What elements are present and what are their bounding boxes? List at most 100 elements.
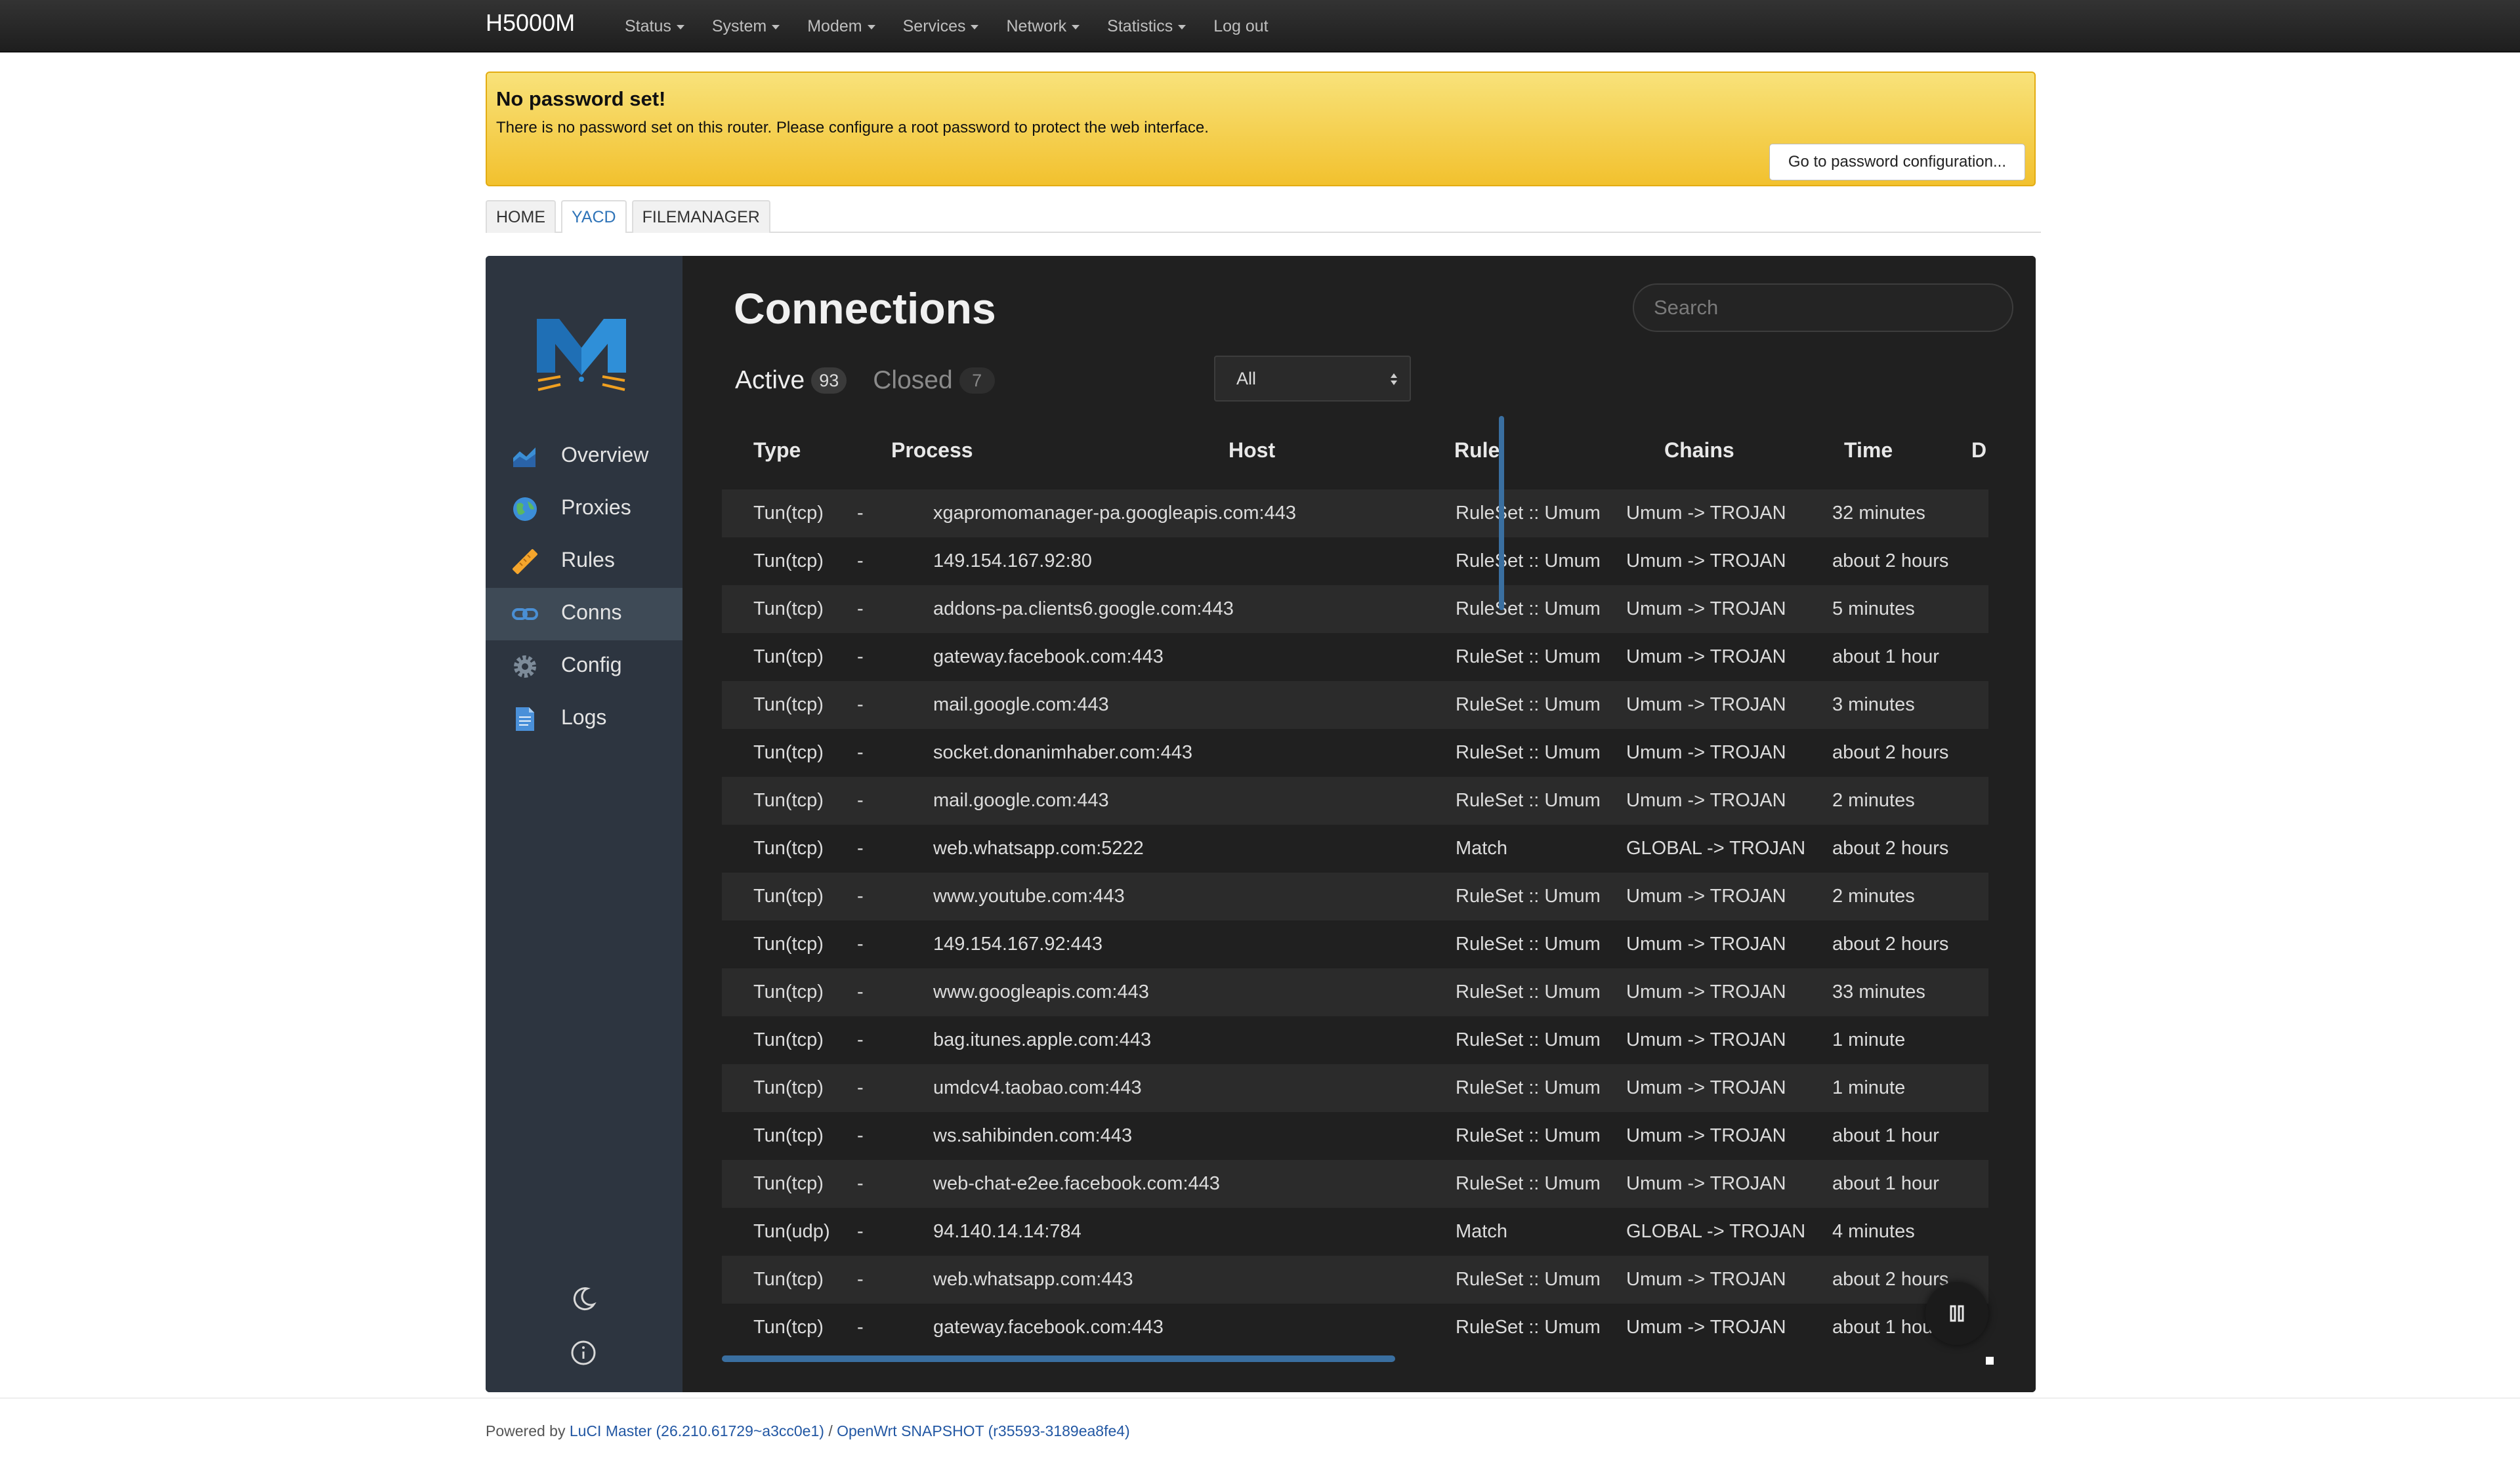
- table-row[interactable]: Tun(tcp) - mail.google.com:443 RuleSet :: U…: [722, 681, 1988, 729]
- openwrt-link[interactable]: OpenWrt SNAPSHOT (r35593-3189ea8fe4): [837, 1422, 1130, 1439]
- cell-type: Tun(tcp): [753, 1029, 824, 1050]
- connection-tabs: Active 93 Closed 7: [735, 366, 1021, 395]
- cell-host: 149.154.167.92:443: [933, 934, 1103, 955]
- page-title: Connections: [734, 284, 996, 333]
- cell-chains: GLOBAL -> TROJAN: [1626, 1221, 1806, 1242]
- cell-type: Tun(tcp): [753, 694, 824, 715]
- cell-time: 3 minutes: [1832, 694, 1915, 715]
- tab-yacd[interactable]: YACD: [561, 200, 627, 233]
- sidebar-item-conns[interactable]: Conns: [486, 588, 682, 640]
- moon-icon[interactable]: [569, 1285, 598, 1313]
- alert-title: No password set!: [496, 87, 666, 110]
- cell-time: about 1 hour: [1832, 1125, 1939, 1146]
- cell-process: -: [857, 886, 864, 907]
- tab-active[interactable]: Active 93: [735, 366, 847, 395]
- cell-time: about 2 hours: [1832, 550, 1949, 571]
- header-time[interactable]: Time: [1844, 438, 1893, 463]
- password-config-button[interactable]: Go to password configuration...: [1769, 144, 2025, 180]
- cell-host: umdcv4.taobao.com:443: [933, 1077, 1142, 1098]
- tab-filemanager[interactable]: FILEMANAGER: [631, 200, 770, 233]
- header-type[interactable]: Type: [753, 438, 801, 463]
- vertical-scrollbar[interactable]: [1499, 416, 1504, 610]
- header-process[interactable]: Process: [891, 438, 973, 463]
- cell-process: -: [857, 1125, 864, 1146]
- cell-host: web.whatsapp.com:443: [933, 1269, 1133, 1290]
- cell-time: 33 minutes: [1832, 981, 1925, 1002]
- sidebar-item-config[interactable]: Config: [486, 640, 682, 693]
- tab-closed[interactable]: Closed 7: [873, 366, 995, 395]
- menu-status[interactable]: Status: [625, 17, 684, 36]
- sidebar-item-rules[interactable]: Rules: [486, 535, 682, 588]
- table-row[interactable]: Tun(tcp) - addons-pa.clients6.google.com:4…: [722, 585, 1988, 633]
- table-row[interactable]: Tun(tcp) - bag.itunes.apple.com:443 RuleSet…: [722, 1016, 1988, 1064]
- menu-statistics[interactable]: Statistics: [1107, 17, 1186, 36]
- cell-host: 94.140.14.14:784: [933, 1221, 1082, 1242]
- table-row[interactable]: Tun(tcp) - gateway.facebook.com:443 RuleSet…: [722, 1304, 1988, 1352]
- resize-handle[interactable]: [1986, 1357, 1994, 1365]
- cell-time: about 1 hour: [1832, 1317, 1939, 1338]
- pause-button[interactable]: [1925, 1282, 1988, 1345]
- header-chains[interactable]: Chains: [1664, 438, 1734, 463]
- cell-host: mail.google.com:443: [933, 694, 1109, 715]
- header-host[interactable]: Host: [1228, 438, 1275, 463]
- cell-rule: RuleSet :: Umum: [1456, 934, 1601, 955]
- connections-table: Type Process Host Rule Chains Time D Tun…: [722, 420, 1988, 1371]
- menu-logout[interactable]: Log out: [1213, 17, 1268, 36]
- sidebar-item-overview[interactable]: Overview: [486, 430, 682, 483]
- table-row[interactable]: Tun(tcp) - xgapromomanager-pa.googleapis.c…: [722, 489, 1988, 537]
- cell-chains: Umum -> TROJAN: [1626, 503, 1786, 524]
- tab-home[interactable]: HOME: [486, 200, 556, 233]
- cell-rule: RuleSet :: Umum: [1456, 598, 1601, 619]
- cell-rule: RuleSet :: Umum: [1456, 1125, 1601, 1146]
- cell-type: Tun(tcp): [753, 550, 824, 571]
- cell-chains: GLOBAL -> TROJAN: [1626, 838, 1806, 859]
- cell-process: -: [857, 742, 864, 763]
- alert-text: There is no password set on this router.…: [496, 119, 1209, 136]
- footer-divider: [0, 1397, 2520, 1399]
- cell-process: -: [857, 1077, 864, 1098]
- menu-modem[interactable]: Modem: [807, 17, 875, 36]
- cell-host: socket.donanimhaber.com:443: [933, 742, 1192, 763]
- cell-host: bag.itunes.apple.com:443: [933, 1029, 1152, 1050]
- table-row[interactable]: Tun(tcp) - web.whatsapp.com:443 RuleSet :: …: [722, 1256, 1988, 1304]
- menu-network[interactable]: Network: [1006, 17, 1080, 36]
- table-row[interactable]: Tun(tcp) - web.whatsapp.com:5222 Match GLOBA…: [722, 825, 1988, 873]
- cell-host: www.youtube.com:443: [933, 886, 1125, 907]
- header-rule[interactable]: Rule: [1454, 438, 1500, 463]
- ruler-icon: [513, 549, 537, 574]
- cell-rule: RuleSet :: Umum: [1456, 646, 1601, 667]
- info-icon[interactable]: [569, 1338, 598, 1367]
- table-row[interactable]: Tun(tcp) - ws.sahibinden.com:443 RuleSet ::…: [722, 1112, 1988, 1160]
- table-row[interactable]: Tun(tcp) - www.googleapis.com:443 RuleSet :…: [722, 968, 1988, 1016]
- sidebar-item-proxies[interactable]: Proxies: [486, 483, 682, 535]
- cell-rule: Match: [1456, 838, 1507, 859]
- menu-system[interactable]: System: [712, 17, 780, 36]
- header-download[interactable]: D: [1971, 438, 1986, 463]
- luci-tabs: HOME YACD FILEMANAGER: [486, 200, 2041, 233]
- cell-type: Tun(tcp): [753, 790, 824, 811]
- router-brand[interactable]: H5000M: [486, 9, 575, 37]
- table-row[interactable]: Tun(tcp) - umdcv4.taobao.com:443 RuleSet ::…: [722, 1064, 1988, 1112]
- table-row[interactable]: Tun(tcp) - web-chat-e2ee.facebook.com:443 R…: [722, 1160, 1988, 1208]
- table-row[interactable]: Tun(udp) - 94.140.14.14:784 Match GLOBAL -> …: [722, 1208, 1988, 1256]
- cell-host: gateway.facebook.com:443: [933, 1317, 1164, 1338]
- cell-process: -: [857, 790, 864, 811]
- sidebar-item-logs[interactable]: Logs: [486, 693, 682, 745]
- table-row[interactable]: Tun(tcp) - socket.donanimhaber.com:443 Rule…: [722, 729, 1988, 777]
- source-filter-select[interactable]: All: [1214, 356, 1411, 402]
- cell-type: Tun(tcp): [753, 598, 824, 619]
- cell-chains: Umum -> TROJAN: [1626, 646, 1786, 667]
- caret-down-icon: [867, 24, 875, 30]
- table-row[interactable]: Tun(tcp) - 149.154.167.92:443 RuleSet :: Um…: [722, 920, 1988, 968]
- menu-services[interactable]: Services: [903, 17, 979, 36]
- gear-icon: [514, 655, 536, 678]
- table-row[interactable]: Tun(tcp) - gateway.facebook.com:443 RuleSet…: [722, 633, 1988, 681]
- cell-time: 5 minutes: [1832, 598, 1915, 619]
- table-row[interactable]: Tun(tcp) - www.youtube.com:443 RuleSet :: U…: [722, 873, 1988, 920]
- table-row[interactable]: Tun(tcp) - mail.google.com:443 RuleSet :: U…: [722, 777, 1988, 825]
- search-input[interactable]: [1633, 283, 2013, 332]
- horizontal-scrollbar[interactable]: [722, 1355, 1395, 1362]
- table-row[interactable]: Tun(tcp) - 149.154.167.92:80 RuleSet :: Umu…: [722, 537, 1988, 585]
- luci-link[interactable]: LuCI Master (26.210.61729~a3cc0e1): [570, 1422, 824, 1439]
- cell-time: 1 minute: [1832, 1077, 1906, 1098]
